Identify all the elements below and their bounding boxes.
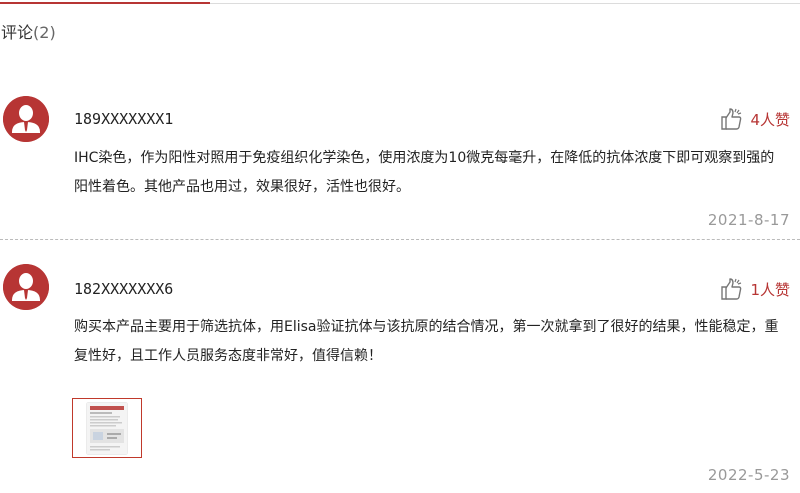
comment-text: 购买本产品主要用于筛选抗体，用Elisa验证抗体与该抗原的结合情况，第一次就拿到… (74, 313, 790, 371)
comments-count: (2) (33, 23, 56, 42)
comment-username: 189XXXXXXX1 (74, 110, 174, 128)
document-thumbnail-icon (87, 403, 127, 454)
comment-text-line: IHC染色，作为阳性对照用于免疫组织化学染色，使用浓度为10微克每毫升，在降低的… (74, 150, 775, 166)
like-button[interactable]: 4人赞 (720, 107, 790, 131)
comment-text-line: 购买本产品主要用于筛选抗体，用Elisa验证抗体与该抗原的结合情况，第一次就拿到… (74, 319, 779, 335)
comment-text-line: 复性好，且工作人员服务态度非常好，值得信赖！ (74, 348, 382, 364)
comments-page: 评论(2) 189XXXXXXX1 4人赞 IHC染色，作为阳性对照用于免疫组织… (0, 0, 800, 493)
like-button[interactable]: 1人赞 (720, 277, 790, 301)
comment-username: 182XXXXXXX6 (74, 280, 174, 298)
comment-date: 2022-5-23 (707, 466, 790, 484)
comment-text: IHC染色，作为阳性对照用于免疫组织化学染色，使用浓度为10微克每毫升，在降低的… (74, 144, 790, 202)
comments-title: 评论 (1, 23, 34, 42)
like-count: 4人赞 (750, 110, 790, 129)
user-avatar-icon (3, 96, 49, 142)
attachment-thumbnail[interactable] (72, 398, 142, 458)
user-avatar-icon (3, 264, 49, 310)
comments-heading: 评论(2) (1, 22, 56, 44)
thumbs-up-icon (721, 108, 742, 130)
comment-divider (0, 239, 800, 240)
comment-text-line: 阳性着色。其他产品也用过，效果很好，活性也很好。 (74, 179, 410, 195)
active-tab-indicator (0, 2, 210, 4)
comment-date: 2021-8-17 (707, 211, 790, 229)
thumbs-up-icon (721, 278, 742, 300)
like-count: 1人赞 (750, 280, 790, 299)
